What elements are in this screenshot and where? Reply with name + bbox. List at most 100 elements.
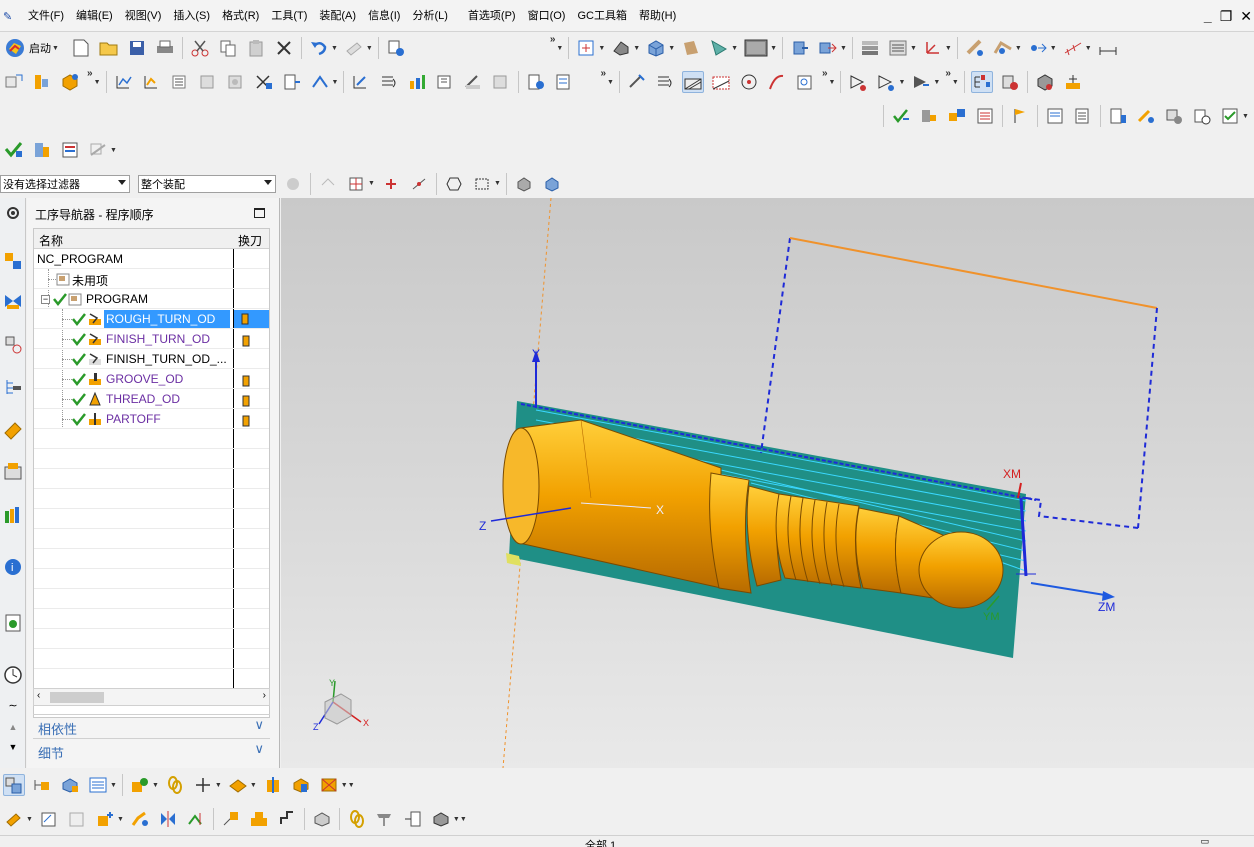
toolbar-options-icon[interactable]: ▼ (1242, 113, 1249, 120)
menu-format[interactable]: 格式(R) (216, 6, 265, 26)
cut-icon[interactable] (189, 37, 211, 59)
type-filter-select[interactable]: 没有选择过滤器 (0, 174, 130, 193)
undo-icon[interactable] (308, 37, 330, 59)
section-dropdown-icon[interactable]: ▼ (731, 45, 738, 52)
view-orientation-icon[interactable] (645, 37, 667, 59)
snap-point-icon[interactable] (1027, 37, 1049, 59)
cut-region-icon[interactable] (654, 71, 676, 93)
restore-icon[interactable]: ❐ (1220, 8, 1233, 25)
offset-icon[interactable] (430, 808, 452, 830)
report-icon[interactable] (1072, 105, 1094, 127)
datum-axis-icon[interactable] (262, 774, 284, 796)
spline-icon[interactable] (766, 71, 788, 93)
snap-endpoint-icon[interactable] (380, 173, 402, 195)
select-polygon-icon[interactable] (443, 173, 465, 195)
select-body-icon[interactable] (541, 173, 563, 195)
save-icon[interactable] (126, 37, 148, 59)
layout-icon[interactable] (318, 774, 340, 796)
subtract-icon[interactable] (248, 808, 270, 830)
background-icon[interactable] (680, 37, 702, 59)
history-clock-tab-icon[interactable] (2, 664, 24, 686)
paste-icon[interactable] (245, 37, 267, 59)
list-operations-icon[interactable] (1107, 105, 1129, 127)
verify-icon[interactable] (626, 71, 648, 93)
wcs-orient-icon[interactable] (922, 37, 944, 59)
machining-report-icon[interactable] (87, 139, 109, 161)
tree-row-unused-items[interactable]: 未用项 (34, 269, 269, 289)
menu-analysis[interactable]: 分析(L) (406, 6, 453, 26)
render-style-dropdown-icon[interactable]: ▼ (633, 45, 640, 52)
machining-method-view-icon[interactable] (1062, 71, 1084, 93)
shaded-with-edges-icon[interactable] (610, 37, 632, 59)
menu-insert[interactable]: 插入(S) (167, 6, 216, 26)
check-list-icon[interactable] (1219, 105, 1241, 127)
column-header-name[interactable]: 名称 (39, 232, 63, 249)
resource-bar-scroll-icon[interactable]: ▲ (2, 716, 24, 738)
sketch-disabled-icon[interactable] (66, 808, 88, 830)
tree-row-program[interactable]: − PROGRAM (34, 289, 269, 309)
tree-row-groove-od[interactable]: GROOVE_OD (34, 369, 269, 389)
unite-icon[interactable] (220, 808, 242, 830)
menu-view[interactable]: 视图(V) (119, 6, 168, 26)
delete-icon[interactable] (273, 37, 295, 59)
resource-bar-options-icon[interactable]: ▼ (2, 736, 24, 758)
chain-link-icon[interactable] (164, 774, 186, 796)
analysis-dropdown-icon[interactable]: ▼ (1015, 45, 1022, 52)
menu-tools[interactable]: 工具(T) (265, 6, 313, 26)
toolbar-overflow-icon[interactable]: » (87, 68, 93, 79)
grid-icon[interactable] (1062, 37, 1084, 59)
machine-navigator-tab-icon[interactable] (2, 420, 24, 442)
select-settings-icon[interactable] (282, 173, 304, 195)
menu-window[interactable]: 窗口(O) (522, 6, 572, 26)
insert-dropdown-icon[interactable]: ▼ (898, 79, 905, 86)
menu-gc-toolkit[interactable]: GC工具箱 (571, 6, 633, 26)
assembly-navigator-icon[interactable] (859, 37, 881, 59)
machine-control-icon[interactable] (434, 71, 456, 93)
blank-boundary-icon[interactable] (710, 71, 732, 93)
target-point-icon[interactable] (738, 71, 760, 93)
intersect-icon[interactable] (276, 808, 298, 830)
toolbar-overflow-icon[interactable]: » (945, 68, 951, 79)
toolbar-overflow-icon[interactable]: » (550, 34, 556, 45)
component-array-icon[interactable] (87, 774, 109, 796)
tool-path-edit-icon[interactable] (462, 71, 484, 93)
operation-list-icon[interactable] (59, 139, 81, 161)
check-operation-icon[interactable] (890, 105, 912, 127)
list-toolpath-icon[interactable] (169, 71, 191, 93)
toolbar-options-icon[interactable]: ▼ (110, 147, 117, 154)
operation-group-icon[interactable] (946, 105, 968, 127)
verify-check-icon[interactable] (3, 139, 25, 161)
create-program-icon[interactable] (3, 71, 25, 93)
fit-dropdown-icon[interactable]: ▼ (598, 45, 605, 52)
shell-icon[interactable] (311, 808, 333, 830)
select-solid-icon[interactable] (513, 173, 535, 195)
extrude-dropdown-icon[interactable]: ▼ (26, 816, 33, 823)
point-dropdown-icon[interactable]: ▼ (215, 782, 222, 789)
scrollbar-thumb[interactable] (50, 692, 104, 703)
settings-gear-icon[interactable] (2, 202, 24, 224)
clip-section-icon[interactable] (708, 37, 730, 59)
toolbar-overflow-icon[interactable]: » (600, 68, 606, 79)
status-window-icon[interactable]: ▭ (1200, 836, 1209, 847)
menu-preferences[interactable]: 首选项(P) (462, 6, 522, 26)
wcs-dropdown-icon[interactable]: ▼ (945, 45, 952, 52)
play-icon[interactable] (910, 71, 932, 93)
menu-information[interactable]: 信息(I) (362, 6, 406, 26)
operation-navigator-tab-icon[interactable] (2, 376, 24, 398)
column-header-tool-change[interactable]: 换刀 (238, 232, 262, 249)
reuse-library-tab-icon[interactable] (2, 460, 24, 482)
toolbar-options-icon[interactable]: ▼ (460, 816, 467, 823)
fit-view-icon[interactable] (575, 37, 597, 59)
extrude-icon[interactable] (3, 808, 25, 830)
scroll-right-icon[interactable]: › (263, 690, 266, 701)
snap-midpoint-icon[interactable] (408, 173, 430, 195)
delete-toolpath-icon[interactable] (490, 71, 512, 93)
assembly-scope-select[interactable]: 整个装配 (138, 174, 276, 193)
tool-holder-icon[interactable] (918, 105, 940, 127)
minimize-icon[interactable]: _ (1204, 8, 1212, 25)
palette-tab-icon[interactable] (2, 504, 24, 526)
time-estimate-icon[interactable] (1191, 105, 1213, 127)
trim-body-icon[interactable] (185, 808, 207, 830)
tree-row-finish-turn-od-copy[interactable]: FINISH_TURN_OD_... (34, 349, 269, 369)
part-navigator-tab-icon[interactable] (2, 334, 24, 356)
